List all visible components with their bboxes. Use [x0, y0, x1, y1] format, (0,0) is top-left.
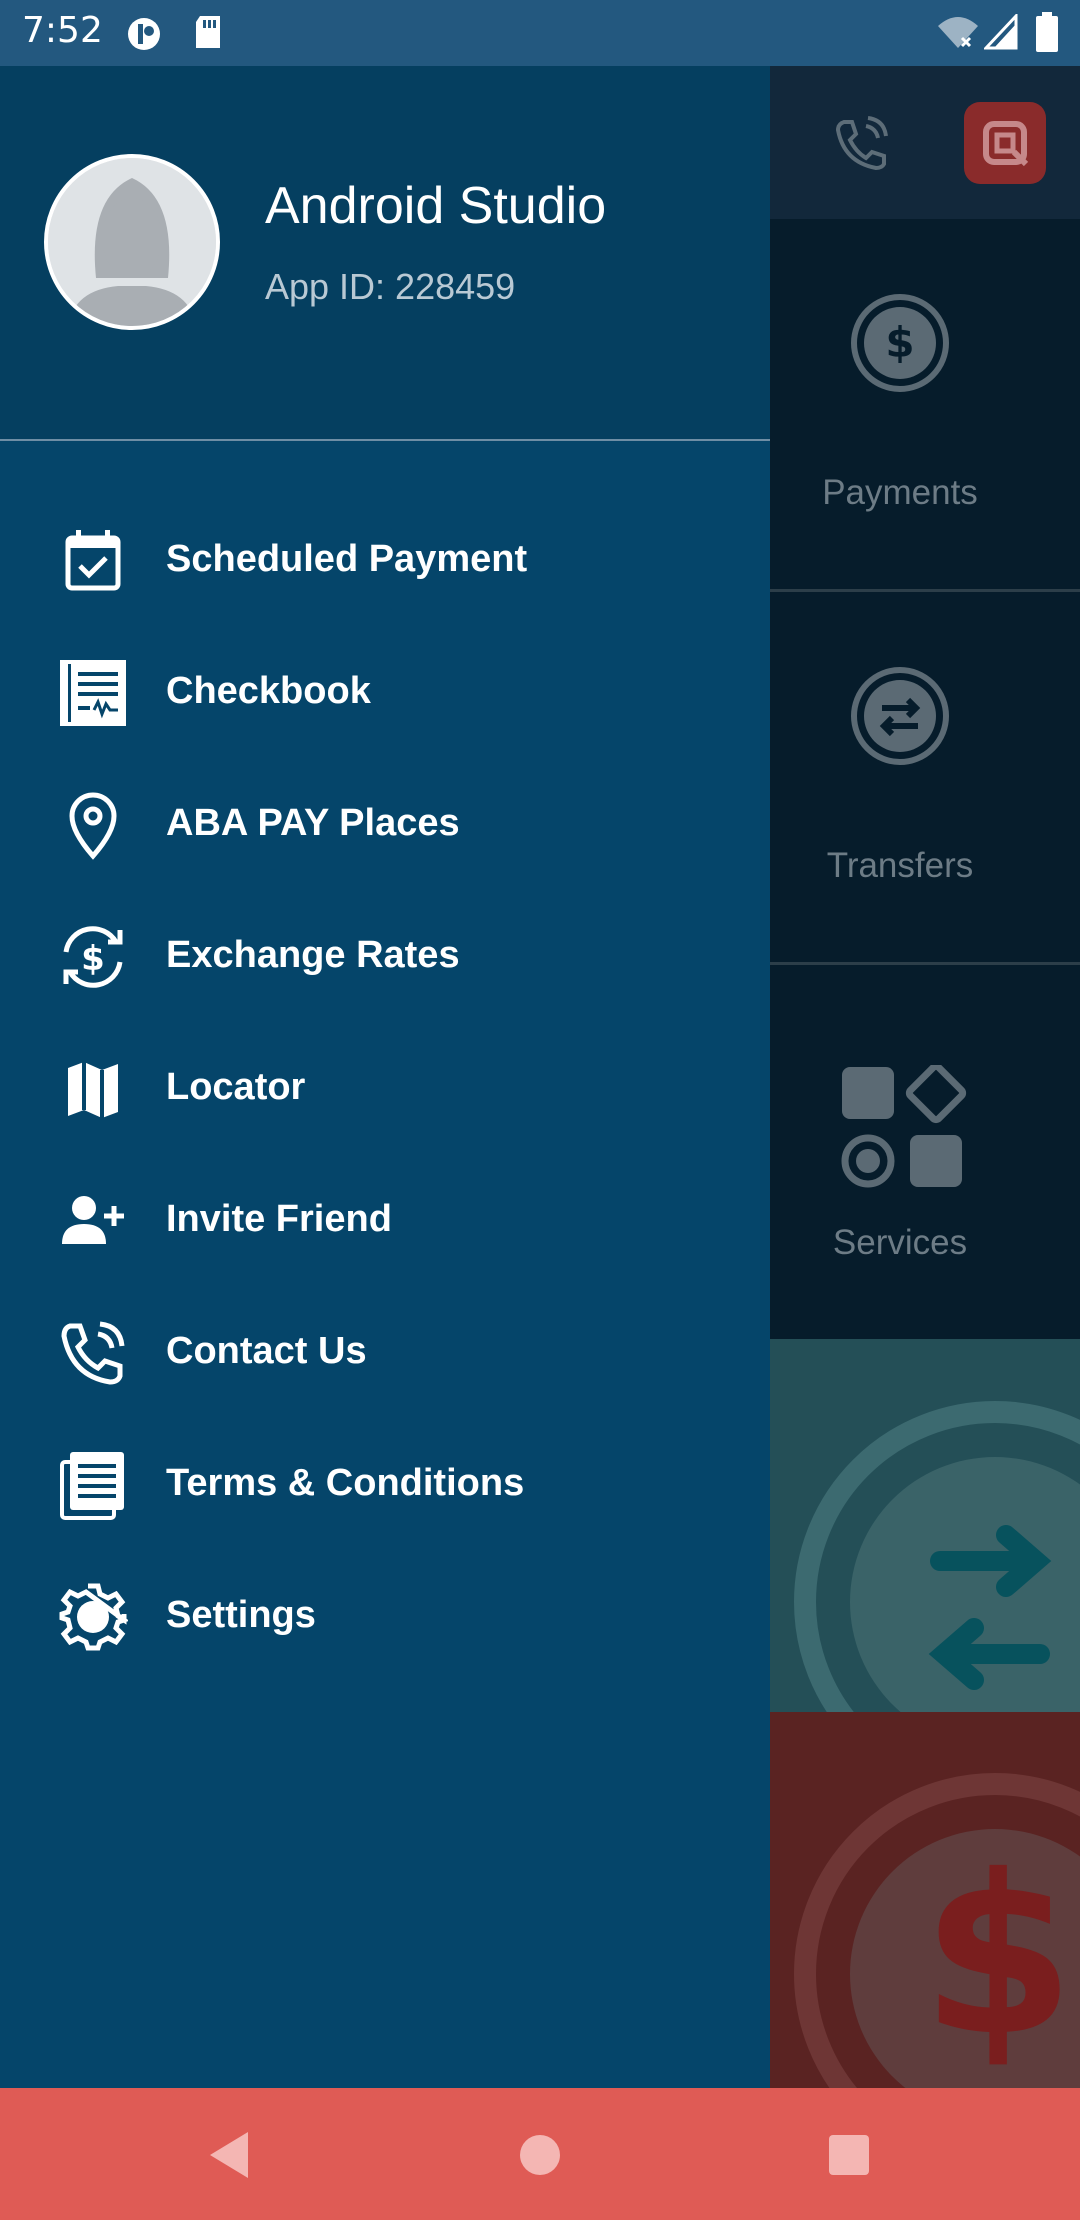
- svg-text:$: $: [81, 939, 105, 979]
- menu-label: ABA PAY Places: [166, 802, 460, 844]
- background-home-screen: $ Payments Transfers Services $: [770, 66, 1080, 2088]
- sd-card-icon: [196, 16, 220, 48]
- add-user-icon: [62, 1196, 124, 1244]
- menu-item-invite-friend[interactable]: Invite Friend: [0, 1166, 770, 1276]
- calendar-check-icon: [65, 530, 121, 591]
- drawer-header: Android Studio App ID: 228459: [0, 66, 770, 439]
- system-navigation-bar: [0, 2088, 1080, 2220]
- wifi-off-icon: [938, 17, 978, 48]
- dollar-circle-icon: $: [851, 294, 949, 392]
- avatar[interactable]: [44, 154, 220, 330]
- transfer-circle-icon: [851, 667, 949, 765]
- menu-label: Exchange Rates: [166, 934, 460, 976]
- menu-item-checkbook[interactable]: Checkbook: [0, 638, 770, 748]
- menu-label: Invite Friend: [166, 1198, 392, 1240]
- services-label: Services: [832, 1223, 968, 1262]
- payments-tile[interactable]: $ Payments: [770, 219, 1080, 589]
- transfer-arrows-illustration: [794, 1401, 1080, 1712]
- menu-item-scheduled-payment[interactable]: Scheduled Payment: [0, 506, 770, 616]
- menu-label: Scheduled Payment: [166, 538, 528, 580]
- menu-item-exchange-rates[interactable]: $ Exchange Rates: [0, 902, 770, 1012]
- home-icon[interactable]: [505, 2120, 575, 2190]
- app-notification-icon: [128, 18, 160, 50]
- menu-label: Contact Us: [166, 1330, 367, 1372]
- background-top-bar: [770, 66, 1080, 219]
- svg-text:$: $: [921, 1828, 1074, 2084]
- recents-icon[interactable]: [814, 2120, 884, 2190]
- menu-item-locator[interactable]: Locator: [0, 1034, 770, 1144]
- menu-label: Settings: [166, 1594, 316, 1636]
- transfers-label: Transfers: [826, 846, 974, 885]
- menu-item-contact-us[interactable]: Contact Us: [0, 1298, 770, 1408]
- currency-exchange-icon: $: [63, 926, 123, 988]
- menu-label: Terms & Conditions: [166, 1462, 525, 1504]
- menu-label: Locator: [166, 1066, 306, 1108]
- map-pin-icon: [69, 792, 117, 860]
- transfers-tile[interactable]: Transfers: [770, 592, 1080, 962]
- svg-text:$: $: [885, 318, 914, 367]
- map-icon: [68, 1062, 118, 1118]
- status-bar: 7:52: [0, 0, 1080, 66]
- menu-item-terms-conditions[interactable]: Terms & Conditions: [0, 1430, 770, 1540]
- battery-icon: [1036, 12, 1058, 52]
- document-icon: [60, 1452, 124, 1520]
- payment-promo-card[interactable]: $: [770, 1712, 1080, 2088]
- services-grid-icon: [841, 1065, 967, 1188]
- call-icon[interactable]: [830, 112, 894, 176]
- user-avatar-icon: [48, 158, 216, 326]
- back-icon[interactable]: [196, 2120, 266, 2190]
- menu-item-aba-pay-places[interactable]: ABA PAY Places: [0, 770, 770, 880]
- profile-name: Android Studio: [265, 177, 607, 235]
- checkbook-icon: [60, 660, 126, 726]
- status-time: 7:52: [22, 10, 103, 51]
- signal-icon: [984, 14, 1018, 50]
- payments-label: Payments: [822, 473, 978, 512]
- menu-label: Checkbook: [166, 670, 371, 712]
- menu-item-settings[interactable]: Settings: [0, 1562, 770, 1672]
- navigation-drawer: Android Studio App ID: 228459 Scheduled …: [0, 66, 770, 2088]
- dollar-illustration: $: [794, 1773, 1080, 2088]
- phone-call-icon: [61, 1321, 125, 1385]
- transfer-promo-card[interactable]: [770, 1339, 1080, 1712]
- qr-scan-button[interactable]: [964, 102, 1046, 184]
- app-id-label: App ID: 228459: [265, 266, 516, 307]
- scan-icon: [983, 121, 1029, 167]
- gear-icon: [59, 1583, 128, 1651]
- header-divider: [0, 439, 770, 441]
- services-tile[interactable]: Services: [770, 965, 1080, 1339]
